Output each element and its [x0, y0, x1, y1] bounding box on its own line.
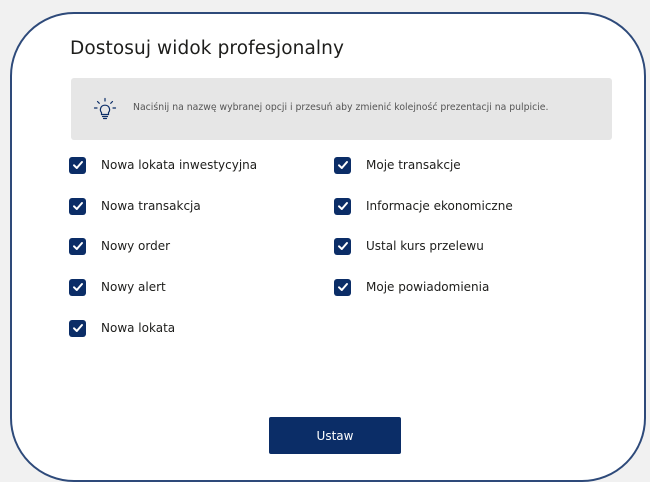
- customize-view-dialog: Dostosuj widok profesjonalny Naciśnij na…: [10, 12, 646, 482]
- option-nowa-lokata-inwestycyjna[interactable]: Nowa lokata inwestycyjna: [69, 155, 257, 175]
- option-nowy-alert[interactable]: Nowy alert: [69, 277, 166, 297]
- checkbox-checked-icon[interactable]: [334, 197, 351, 215]
- option-label: Informacje ekonomiczne: [366, 199, 513, 213]
- checkbox-checked-icon[interactable]: [69, 197, 86, 215]
- checkbox-checked-icon[interactable]: [69, 319, 86, 337]
- option-label: Moje powiadomienia: [366, 280, 490, 294]
- option-label: Nowy order: [101, 239, 171, 253]
- checkbox-checked-icon[interactable]: [334, 278, 351, 296]
- dialog-title: Dostosuj widok profesjonalny: [70, 38, 345, 59]
- option-label: Moje transakcje: [366, 158, 461, 172]
- option-label: Nowy alert: [101, 280, 166, 294]
- lightbulb-icon: [93, 97, 117, 121]
- option-label: Ustal kurs przelewu: [366, 239, 484, 253]
- checkbox-checked-icon[interactable]: [69, 278, 86, 296]
- option-nowa-transakcja[interactable]: Nowa transakcja: [69, 196, 201, 216]
- option-label: Nowa lokata: [101, 321, 176, 335]
- option-nowy-order[interactable]: Nowy order: [69, 236, 170, 256]
- option-label: Nowa transakcja: [101, 199, 201, 213]
- option-label: Nowa lokata inwestycyjna: [101, 158, 258, 172]
- checkbox-checked-icon[interactable]: [334, 156, 351, 174]
- option-ustal-kurs-przelewu[interactable]: Ustal kurs przelewu: [334, 236, 484, 256]
- submit-button[interactable]: Ustaw: [269, 417, 401, 454]
- info-text: Naciśnij na nazwę wybranej opcji i przes…: [133, 102, 549, 113]
- checkbox-checked-icon[interactable]: [69, 156, 86, 174]
- option-nowa-lokata[interactable]: Nowa lokata: [69, 318, 175, 338]
- option-informacje-ekonomiczne[interactable]: Informacje ekonomiczne: [334, 196, 513, 216]
- option-moje-transakcje[interactable]: Moje transakcje: [334, 155, 461, 175]
- option-moje-powiadomienia[interactable]: Moje powiadomienia: [334, 277, 489, 297]
- info-box: Naciśnij na nazwę wybranej opcji i przes…: [71, 78, 612, 140]
- checkbox-checked-icon[interactable]: [334, 237, 351, 255]
- checkbox-checked-icon[interactable]: [69, 237, 86, 255]
